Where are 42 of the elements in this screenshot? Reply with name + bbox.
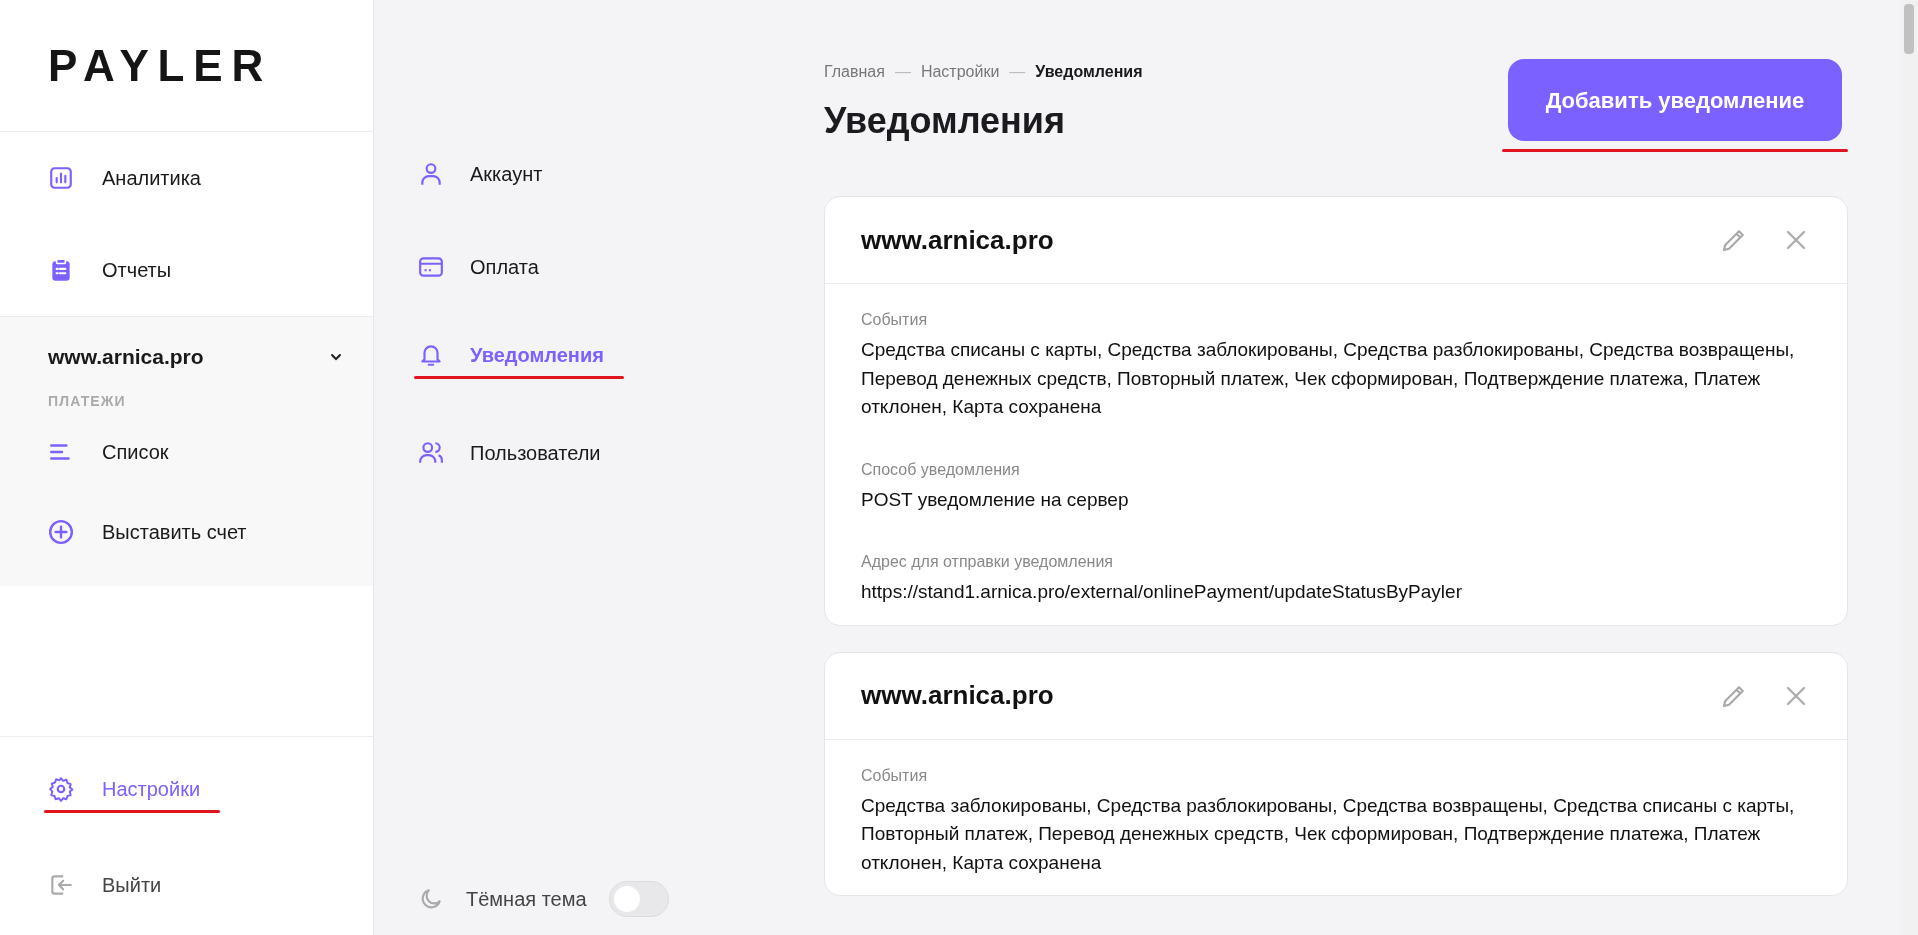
sidebar-item[interactable]: Настройки <box>48 773 201 804</box>
breadcrumb-link[interactable]: Уведомления <box>1035 60 1143 84</box>
logout-icon <box>48 872 74 898</box>
sidebar-item[interactable]: Отчеты <box>48 255 172 285</box>
site-dropdown[interactable]: www.arnica.pro <box>0 335 373 379</box>
settings-nav-item[interactable]: Аккаунт <box>418 158 543 189</box>
settings-nav-item[interactable]: Уведомления <box>418 340 604 370</box>
users-icon <box>418 439 444 466</box>
field-value: Средства заблокированы, Средства разблокированы, Средства возвращены, Средства списаны с карты, Повторный платеж, Перевод денежных средств, Чек сформирован, Подтверждение платежа, Платеж отклонен, Карта сохранена <box>861 793 1796 875</box>
scrollbar[interactable] <box>1900 0 1918 935</box>
add-notification-button[interactable]: Добавить уведомление <box>1508 59 1842 141</box>
logo: PAYLER <box>48 39 272 92</box>
breadcrumb-separator: — <box>1009 62 1026 82</box>
user-icon <box>418 160 444 187</box>
field-label: Адрес для отправки уведомления <box>861 552 1115 572</box>
dark-theme-toggle[interactable] <box>608 881 669 917</box>
field-value: POST уведомление на сервер <box>861 487 1130 512</box>
card-title: www.arnica.pro <box>861 223 1054 257</box>
sidebar-item[interactable]: Аналитика <box>48 163 201 193</box>
settings-icon <box>48 775 74 802</box>
chart-icon <box>48 165 74 191</box>
settings-nav-item[interactable]: Пользователи <box>418 437 601 468</box>
breadcrumb-link[interactable]: Настройки <box>920 60 1000 84</box>
sidebar-item[interactable]: Выставить счет <box>48 517 247 547</box>
settings-nav-item[interactable]: Оплата <box>418 251 539 282</box>
breadcrumb-link[interactable]: Главная <box>824 60 885 84</box>
sidebar-item[interactable]: Список <box>48 437 169 467</box>
field-value: https://stand1.arnica.pro/external/onlinePayment/updateStatusByPayler <box>861 580 1463 604</box>
section-label: ПЛАТЕЖИ <box>47 392 127 411</box>
field-label: События <box>861 765 929 786</box>
sidebar-item[interactable]: Выйти <box>48 870 162 900</box>
close-icon <box>1785 229 1807 251</box>
field-label: Способ уведомления <box>861 459 1021 480</box>
plus-circle-icon <box>48 519 74 545</box>
breadcrumb-separator: — <box>894 62 911 82</box>
card-title: www.arnica.pro <box>861 679 1054 712</box>
dark-theme-label: Тёмная тема <box>466 887 587 912</box>
field-value: Средства списаны с карты, Средства заблокированы, Средства разблокированы, Средства возвращены, Перевод денежных средств, Повторный платеж, Чек сформирован, Подтверждение платежа, Платеж отклонен, Карта сохранена <box>861 338 1796 419</box>
close-icon <box>1785 684 1807 707</box>
bell-icon <box>418 342 444 368</box>
field-label: События <box>861 310 929 330</box>
page-title: Уведомления <box>824 99 1066 143</box>
